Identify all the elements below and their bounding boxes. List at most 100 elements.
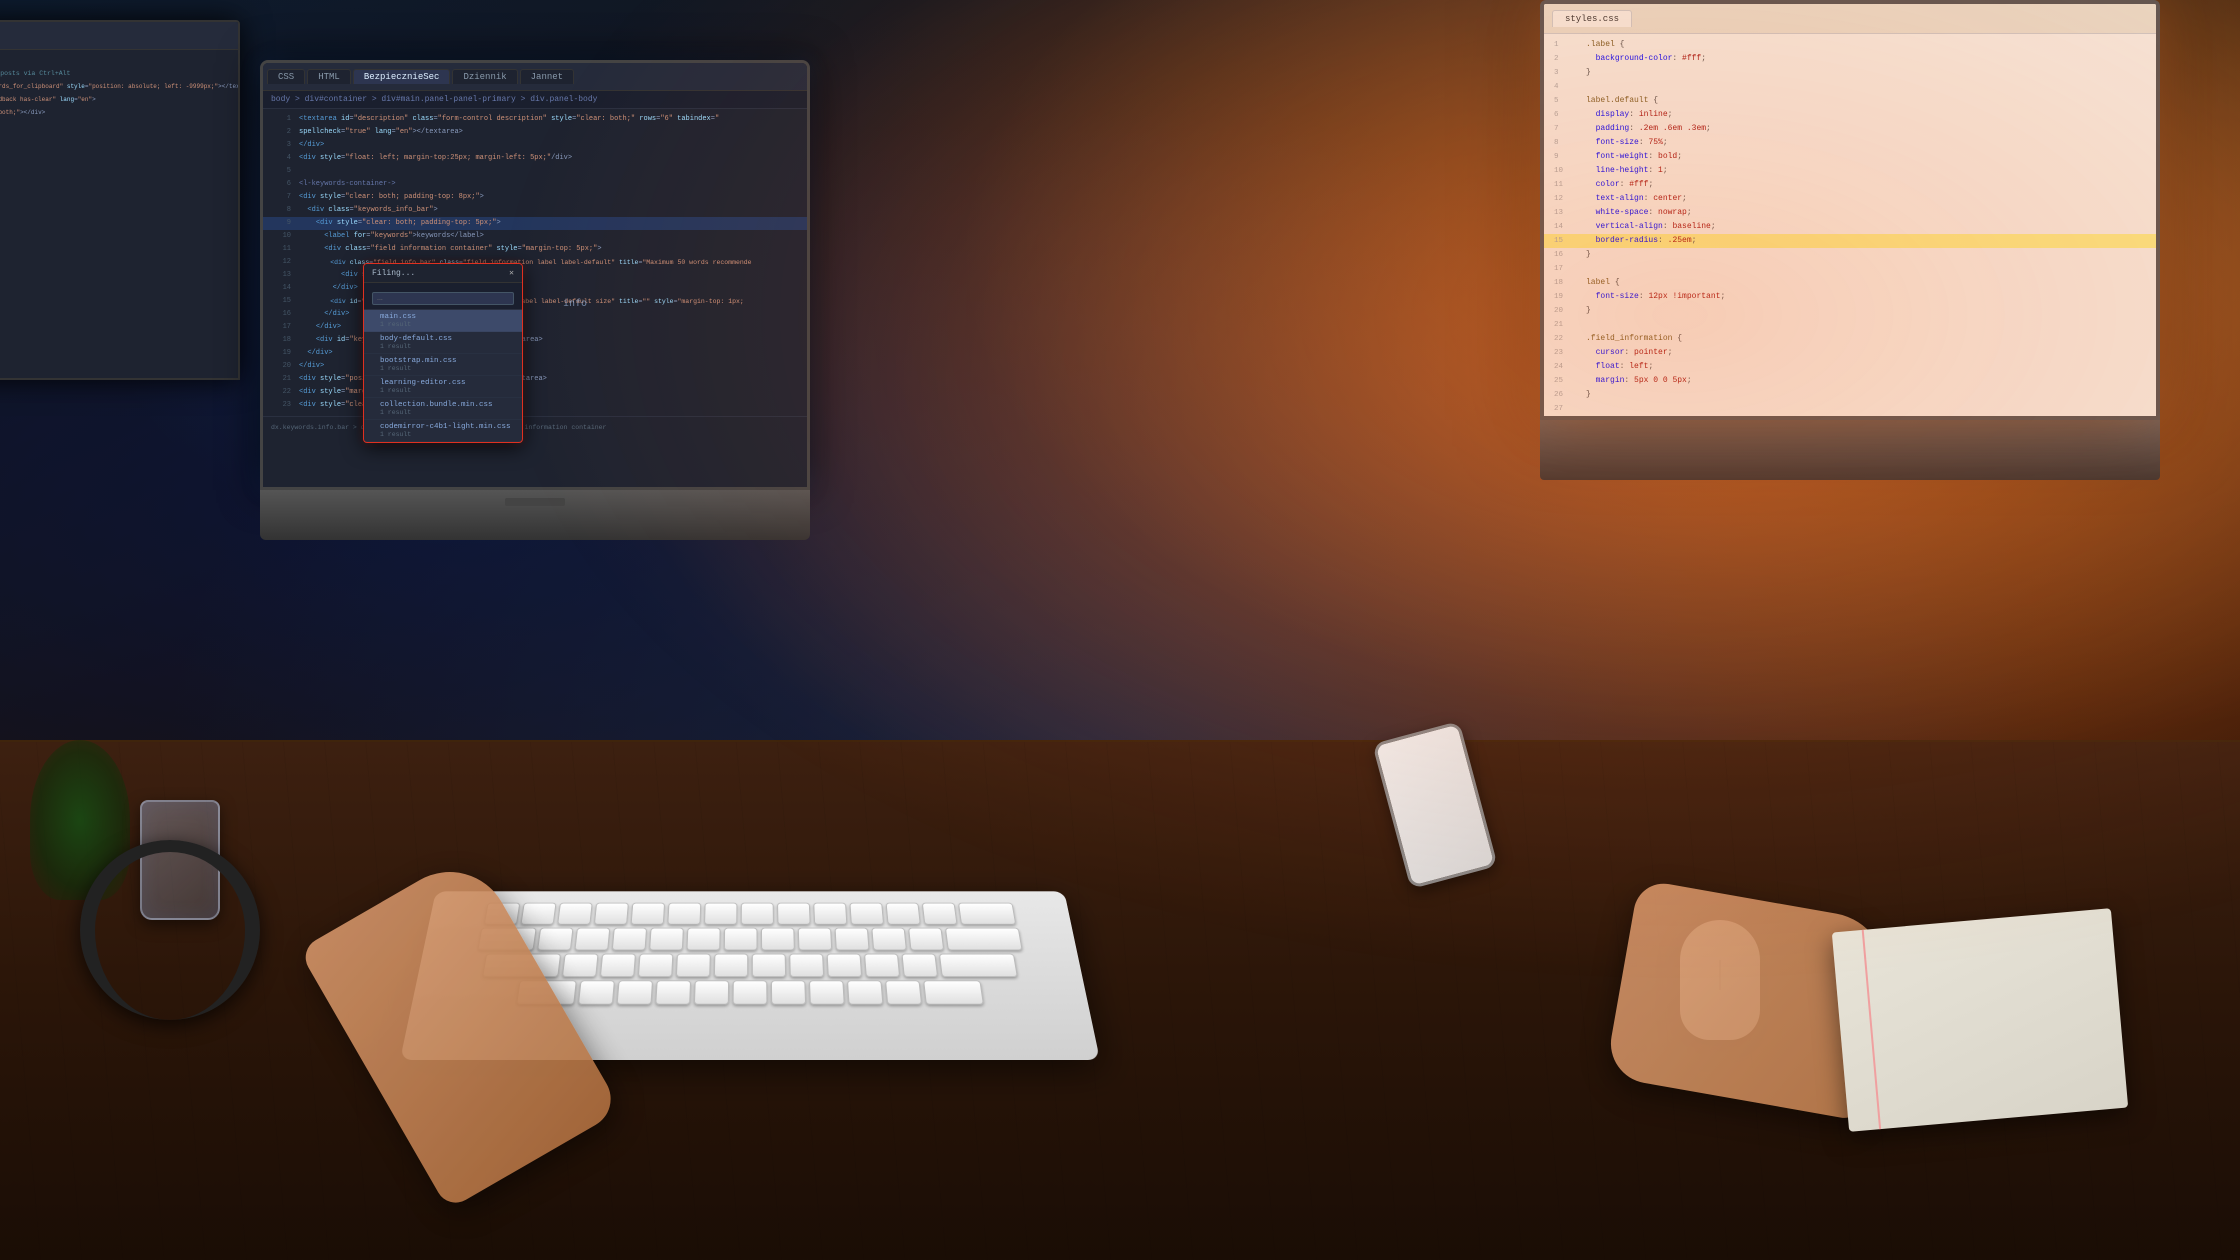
right-code-editor[interactable]: styles.css 1 .label { 2 background-color… xyxy=(1544,4,2156,416)
main-code-editor[interactable]: CSS HTML BezpiecznieSec Dziennik Jannet … xyxy=(263,63,807,487)
key[interactable] xyxy=(761,928,795,951)
code-line: 10 <label for="keywords">keywords</label… xyxy=(263,230,807,243)
dropdown-search-input[interactable] xyxy=(372,292,514,305)
key[interactable] xyxy=(714,954,748,977)
tab-bezpiecznesec[interactable]: BezpiecznieSec xyxy=(353,69,451,84)
key[interactable] xyxy=(752,954,786,977)
code-line: 12 <div class="field_info_bar" class="fi… xyxy=(263,256,807,269)
key-shift-right[interactable] xyxy=(923,980,984,1004)
dropdown-file-name-3: learning-editor.css xyxy=(380,379,514,387)
key[interactable] xyxy=(827,954,862,977)
key[interactable] xyxy=(777,903,810,925)
code-line: 15 <div id="keywords_faq" class="field i… xyxy=(263,295,807,308)
key[interactable] xyxy=(835,928,870,951)
editor-tab-bar: CSS HTML BezpiecznieSec Dziennik Jannet xyxy=(263,63,807,91)
key[interactable] xyxy=(638,954,673,977)
key[interactable] xyxy=(809,980,845,1004)
key[interactable] xyxy=(733,980,768,1004)
dropdown-search[interactable] xyxy=(364,283,522,310)
code-line: 2 spellcheck="true" lang="en"></textarea… xyxy=(263,126,807,139)
monitor-right-base xyxy=(1540,420,2160,480)
code-editor-left[interactable]: CSS placeholder= Enter keywords or posts… xyxy=(0,22,238,378)
key[interactable] xyxy=(537,928,573,951)
key[interactable] xyxy=(562,954,598,977)
key-enter[interactable] xyxy=(945,928,1023,951)
key[interactable] xyxy=(908,928,944,951)
key[interactable] xyxy=(798,928,832,951)
tab-html[interactable]: HTML xyxy=(307,69,351,84)
laptop-screen[interactable]: CSS HTML BezpiecznieSec Dziennik Jannet … xyxy=(260,60,810,490)
key[interactable] xyxy=(600,954,636,977)
right-code-line: 7 padding: .2em .6em .3em; xyxy=(1544,122,2156,136)
right-code-line: 6 display: inline; xyxy=(1544,108,2156,122)
file-dropdown[interactable]: Filing... ✕ main.css 1 result body-defau… xyxy=(363,263,523,443)
tab-dziennik[interactable]: Dziennik xyxy=(452,69,517,84)
key[interactable] xyxy=(922,903,958,925)
code-line: 8 <div class="keywords_info_bar"> xyxy=(263,204,807,217)
key[interactable] xyxy=(694,980,729,1004)
code-line: 4 <div style="float: left; margin-top:25… xyxy=(263,152,807,165)
key[interactable] xyxy=(789,954,824,977)
key-backspace[interactable] xyxy=(958,903,1016,925)
key[interactable] xyxy=(724,928,758,951)
right-code-line: 1 .label { xyxy=(1544,38,2156,52)
code-line: 22 <div style="margin-top: 10px;"></div> xyxy=(263,386,807,399)
key[interactable] xyxy=(578,980,615,1004)
key-row-2 xyxy=(442,928,1058,951)
dropdown-header: Filing... ✕ xyxy=(364,264,522,283)
key[interactable] xyxy=(521,903,557,925)
dropdown-item-3[interactable]: learning-editor.css 1 result xyxy=(364,376,522,398)
key[interactable] xyxy=(612,928,647,951)
breadcrumb-text: body > div#container > div#main.panel-pa… xyxy=(271,95,597,104)
right-code-line: 25 margin: 5px 0 0 5px; xyxy=(1544,374,2156,388)
key-enter-2[interactable] xyxy=(939,954,1018,977)
key[interactable] xyxy=(902,954,938,977)
right-code-line: 4 xyxy=(1544,80,2156,94)
right-tab-styles[interactable]: styles.css xyxy=(1552,10,1632,27)
key[interactable] xyxy=(676,954,711,977)
key[interactable] xyxy=(741,903,774,925)
dropdown-item-4[interactable]: collection.bundle.min.css 1 result xyxy=(364,398,522,420)
dropdown-item-5[interactable]: codemirror-c4b1-light.min.css 1 result xyxy=(364,420,522,442)
dropdown-title: Filing... xyxy=(372,269,415,278)
key[interactable] xyxy=(871,928,906,951)
dropdown-item-2[interactable]: bootstrap.min.css 1 result xyxy=(364,354,522,376)
tab-jannet[interactable]: Jannet xyxy=(520,69,574,84)
key[interactable] xyxy=(886,903,921,925)
right-code-area[interactable]: 1 .label { 2 background-color: #fff; 3 }… xyxy=(1544,34,2156,416)
key[interactable] xyxy=(813,903,847,925)
scene: CSS placeholder= Enter keywords or posts… xyxy=(0,0,2240,1260)
key[interactable] xyxy=(649,928,684,951)
key[interactable] xyxy=(704,903,737,925)
dropdown-file-path-2: 1 result xyxy=(380,365,514,372)
right-tab-bar: styles.css xyxy=(1544,4,2156,34)
dropdown-item-1[interactable]: body-default.css 1 result xyxy=(364,332,522,354)
key[interactable] xyxy=(667,903,701,925)
key[interactable] xyxy=(864,954,900,977)
key[interactable] xyxy=(885,980,922,1004)
key[interactable] xyxy=(617,980,653,1004)
key[interactable] xyxy=(557,903,592,925)
code-line: 14 </div> xyxy=(263,282,807,295)
dropdown-item-0[interactable]: main.css 1 result xyxy=(364,310,522,332)
left-tab-bar: CSS xyxy=(0,22,238,50)
dropdown-file-name-4: collection.bundle.min.css xyxy=(380,401,514,409)
key[interactable] xyxy=(655,980,691,1004)
key[interactable] xyxy=(847,980,883,1004)
key[interactable] xyxy=(594,903,629,925)
key[interactable] xyxy=(687,928,721,951)
right-code-line: 11 color: #fff; xyxy=(1544,178,2156,192)
right-code-line-highlighted: 15 border-radius: .25em; xyxy=(1544,234,2156,248)
dropdown-close[interactable]: ✕ xyxy=(509,268,514,278)
key[interactable] xyxy=(771,980,806,1004)
dropdown-file-name-0: main.css xyxy=(380,313,514,321)
key[interactable] xyxy=(631,903,665,925)
key[interactable] xyxy=(850,903,885,925)
code-line: 16 </div> xyxy=(263,308,807,321)
key[interactable] xyxy=(575,928,611,951)
dropdown-file-path-4: 1 result xyxy=(380,409,514,416)
code-area[interactable]: 1 <textarea id="description" class="form… xyxy=(263,109,807,487)
monitor-right-screen[interactable]: styles.css 1 .label { 2 background-color… xyxy=(1540,0,2160,420)
right-code-line: 20 } xyxy=(1544,304,2156,318)
tab-css[interactable]: CSS xyxy=(267,69,305,84)
